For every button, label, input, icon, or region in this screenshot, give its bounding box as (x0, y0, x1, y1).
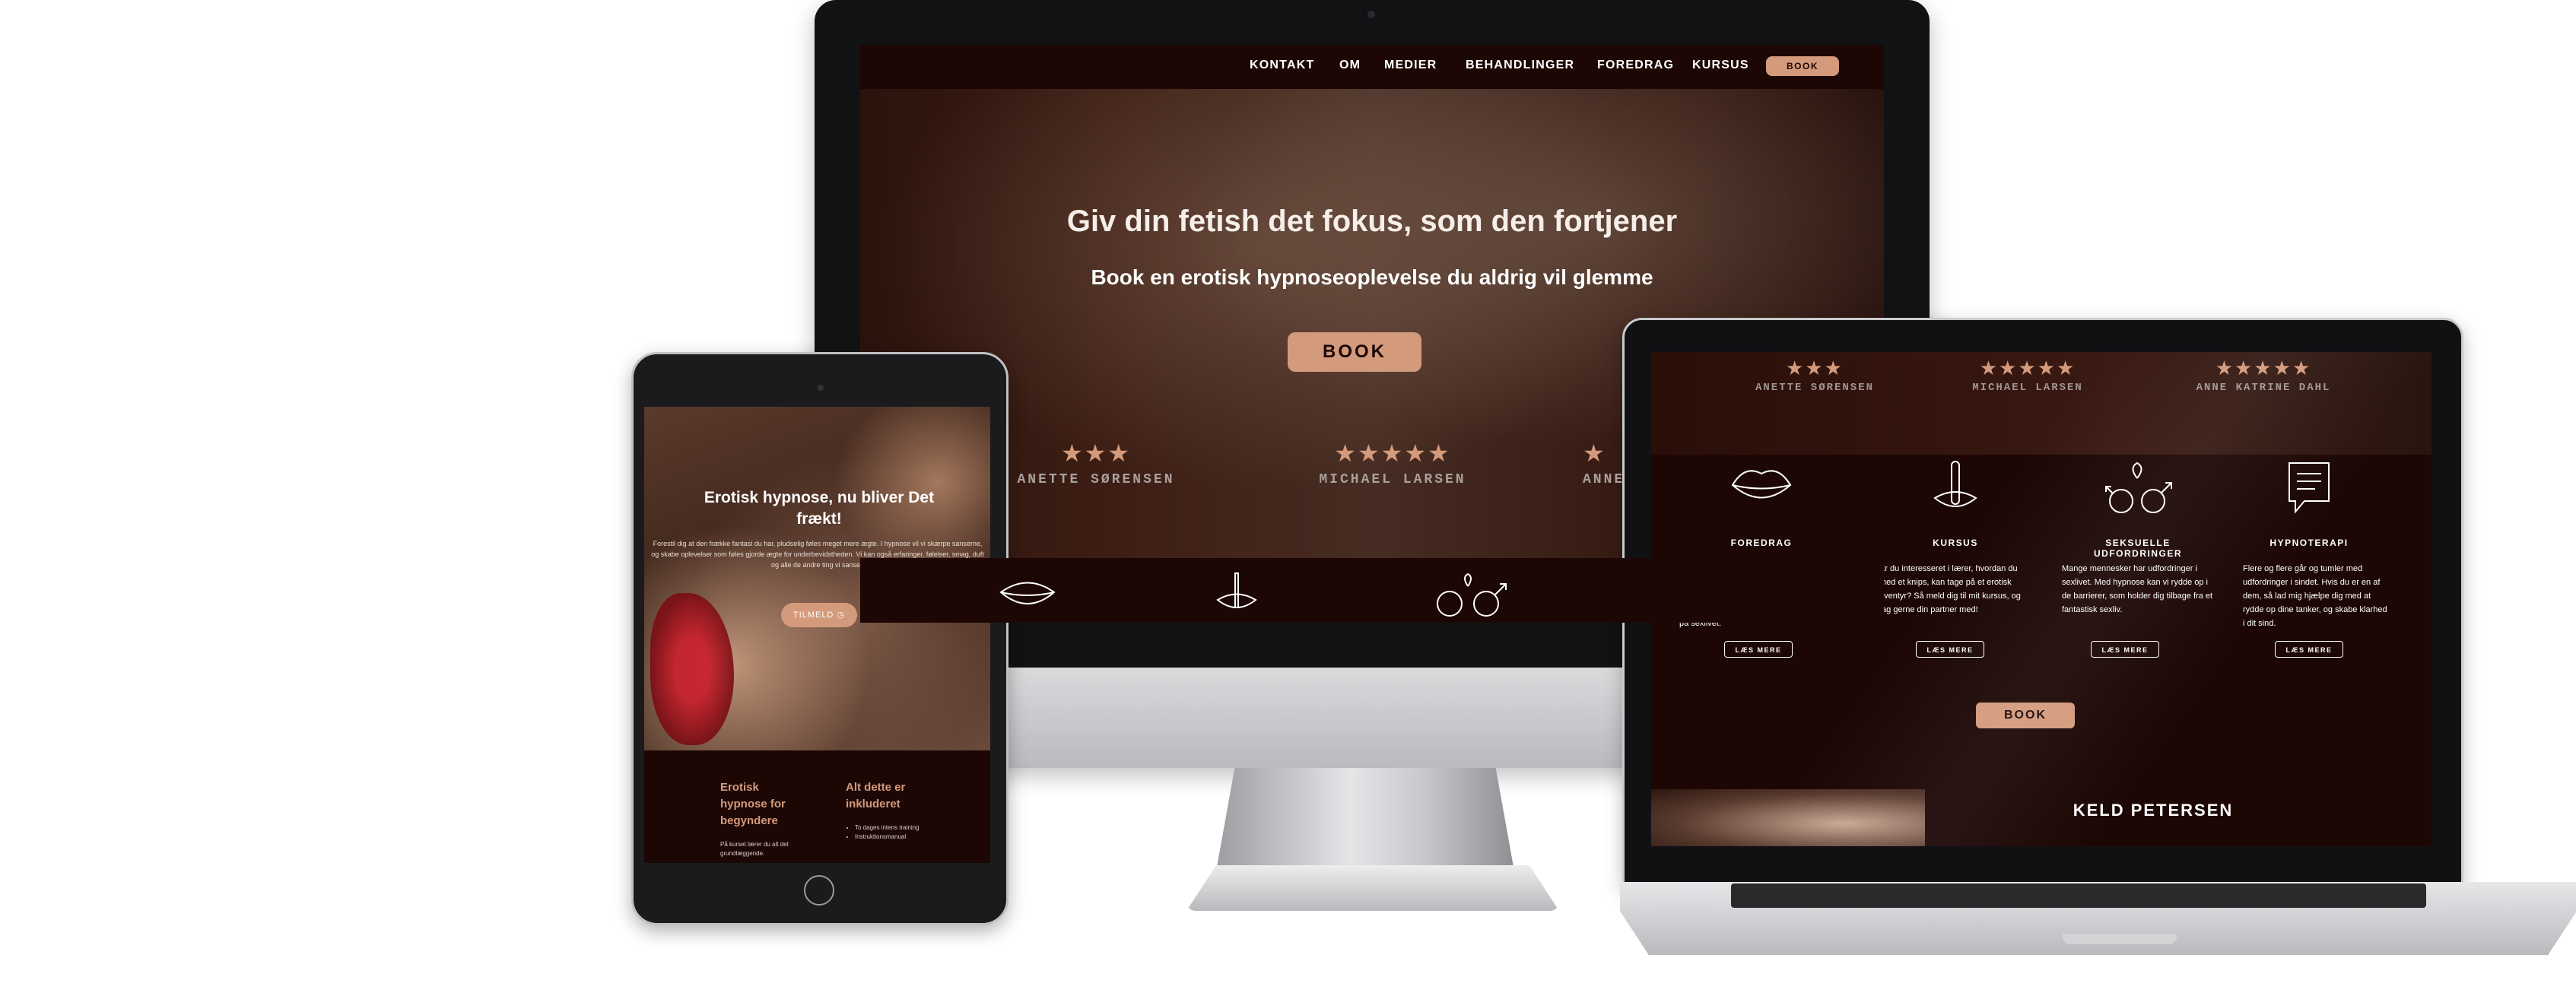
list-item: To dages intens training (855, 823, 946, 833)
gender-symbols-icon (2085, 458, 2191, 533)
lips-icon (1720, 458, 1803, 522)
speech-icon (2267, 458, 2351, 530)
read-more-button[interactable]: LÆS MERE (1916, 641, 1984, 658)
review-item: ★★★ ANETTE SØRENSEN (1735, 357, 1895, 394)
nav-medier[interactable]: MEDIER (1384, 59, 1437, 72)
tablet-hero-title: Erotisk hypnose, nu bliver Det frækt! (704, 489, 935, 528)
reviewer-name: MICHAEL LARSEN (1972, 382, 2083, 394)
rating-stars: ★ (1583, 439, 1606, 467)
service-text: Mange mennesker har udfordringer i sexli… (2062, 564, 2213, 614)
finger-lips-icon (1210, 569, 1263, 623)
hero-subtitle: Book en erotisk hypnoseoplevelse du aldr… (1091, 265, 1653, 289)
rating-stars: ★★★ (1060, 439, 1132, 467)
course-title: Erotisk hypnose for begyndere (720, 781, 786, 827)
section-title: KELD PETERSEN (2073, 801, 2234, 820)
rating-stars: ★★★★★ (1979, 357, 2076, 379)
tablet-website-screen: Erotisk hypnose, nu bliver Det frækt! Fo… (644, 407, 990, 863)
camera-icon (818, 385, 824, 391)
reviewer-name: ANETTE SØRENSEN (1755, 382, 1875, 394)
service-text: Flere og flere går og tumler med udfordr… (2243, 564, 2387, 628)
reviewer-name: ANETTE SØRENSEN (1017, 472, 1175, 487)
monitor-stand (1217, 768, 1514, 867)
hero-title: Giv din fetish det fokus, som den fortje… (1066, 205, 1678, 238)
review-item: ★★★★★ MICHAEL LARSEN (1301, 439, 1484, 487)
book-button[interactable]: BOOK (1976, 703, 2075, 728)
service-title: HYPNOTERAPI (2269, 538, 2349, 548)
home-button (804, 875, 834, 906)
rating-stars: ★★★ (1786, 357, 1844, 379)
review-item: ★★★★★ MICHAEL LARSEN (1948, 357, 2107, 394)
gender-symbols-icon (1427, 569, 1510, 623)
nav-kursus[interactable]: KURSUS (1692, 59, 1749, 72)
lips-icon (997, 569, 1058, 623)
service-title: FOREDRAG (1730, 538, 1793, 548)
portrait-image (1651, 789, 1925, 846)
read-more-button[interactable]: LÆS MERE (2275, 641, 2343, 658)
list-item: Instruktionsmanual (855, 833, 946, 842)
nav-behandlinger[interactable]: BEHANDLINGER (1466, 59, 1574, 72)
review-item: ★★★ ANETTE SØRENSEN (1012, 439, 1180, 487)
review-item: ★★★★★ ANNE KATRINE DAHL (2176, 357, 2351, 394)
nav-kontakt[interactable]: KONTAKT (1250, 59, 1314, 72)
reviewer-name: MICHAEL LARSEN (1319, 472, 1466, 487)
reviewer-name: ANNE (1583, 472, 1625, 487)
service-title: KURSUS (1933, 538, 1978, 548)
reviewer-name: ANNE KATRINE DAHL (2196, 382, 2331, 394)
nav-foredrag[interactable]: FOREDRAG (1597, 59, 1674, 72)
rating-stars: ★★★★★ (1334, 439, 1451, 467)
laptop-keyboard (1731, 883, 2426, 908)
monitor-chin (1004, 668, 1626, 768)
included-title: Alt dette er inkluderet (846, 781, 906, 810)
nav-book-button[interactable]: BOOK (1766, 56, 1839, 76)
course-text: På kurset lærer du alt det grundlæggende… (720, 841, 789, 857)
finger-lips-icon (1914, 458, 1997, 530)
hero-book-button[interactable]: BOOK (1288, 332, 1421, 372)
clock-icon: ◷ (837, 611, 846, 620)
tilmeld-button[interactable]: TILMELD ◷ (781, 603, 857, 627)
laptop-notch (2063, 934, 2177, 944)
nav-om[interactable]: OM (1339, 59, 1361, 72)
service-text: Er du interesseret i lærer, hvordan du m… (1879, 564, 2021, 614)
read-more-button[interactable]: LÆS MERE (2091, 641, 2159, 658)
read-more-button[interactable]: LÆS MERE (1724, 641, 1793, 658)
tilmeld-label: TILMELD (792, 611, 834, 620)
monitor-stand-base (1186, 865, 1559, 911)
included-list: To dages intens training Instruktionsman… (846, 823, 946, 842)
desktop-navbar: KONTAKT OM MEDIER BEHANDLINGER FOREDRAG … (860, 45, 1884, 89)
service-title: SEKSUELLE UDFORDRINGER (2094, 538, 2182, 559)
camera-icon (1367, 11, 1375, 18)
rating-stars: ★★★★★ (2215, 357, 2312, 379)
review-item: ★ ANNE (1583, 439, 1644, 487)
